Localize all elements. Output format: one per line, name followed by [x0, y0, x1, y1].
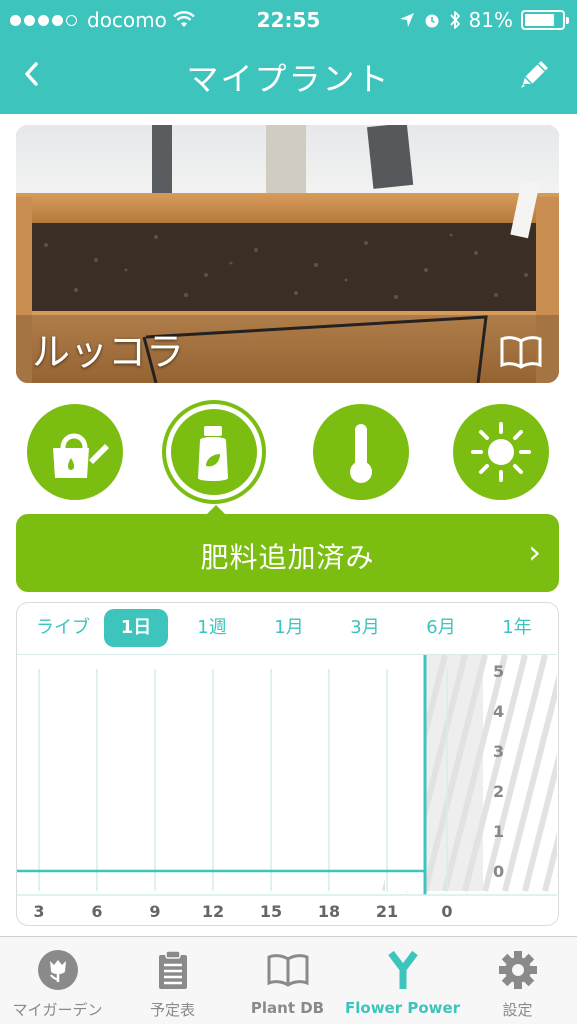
plant-name: ルッコラ — [32, 330, 185, 374]
nav-bar: マイプラント — [0, 40, 577, 114]
x-tick-label: 12 — [202, 902, 224, 921]
fertilizer-chart: 5 4 3 2 1 0 3 6 9 12 15 18 21 0 — [17, 655, 557, 925]
fertilizer-status-banner[interactable]: 肥料追加済み › — [16, 514, 559, 592]
chevron-right-icon: › — [528, 533, 541, 571]
y-tick-label: 1 — [493, 822, 504, 841]
time-range-selector: ライブ 1日 1週 1月 3月 6月 1年 — [17, 603, 557, 655]
battery-percent: 81% — [468, 8, 513, 32]
flower-power-icon — [388, 950, 418, 989]
range-3m[interactable]: 3月 — [333, 609, 397, 647]
tab-settings[interactable]: 設定 — [460, 937, 575, 1024]
range-1y[interactable]: 1年 — [485, 609, 549, 647]
x-tick-label: 18 — [318, 902, 340, 921]
tab-label: Plant DB — [250, 999, 325, 1017]
tab-label: マイガーデン — [12, 1001, 103, 1019]
chart-svg: 5432103 6 9 12 15 18 21 0 — [17, 655, 557, 921]
tab-flower-power[interactable]: Flower Power — [345, 937, 460, 1024]
status-bar: docomo 22:55 81% — [0, 0, 577, 40]
book-icon — [500, 336, 542, 369]
x-tick-label: 0 — [441, 902, 452, 921]
chart-card: ライブ 1日 1週 1月 3月 6月 1年 5 4 3 2 1 0 3 6 9 12 15 18 21 0 — [16, 602, 559, 926]
tab-bar: マイガーデン 予定表 Plant DB Flower Power 設定 — [0, 936, 577, 1024]
fertilizer-bottle-icon — [198, 426, 228, 481]
x-tick-label: 6 — [91, 902, 102, 921]
battery-icon — [521, 10, 569, 30]
x-tick-label: 9 — [149, 902, 160, 921]
y-tick-label: 0 — [493, 862, 504, 881]
alarm-icon — [425, 14, 439, 28]
status-right: 81% — [399, 8, 569, 32]
thermometer-icon — [350, 424, 372, 483]
plant-photo[interactable]: ルッコラ — [16, 125, 559, 383]
book-icon — [267, 954, 309, 987]
clipboard-icon — [159, 950, 187, 989]
range-6m[interactable]: 6月 — [409, 609, 473, 647]
category-light[interactable] — [453, 404, 549, 500]
plant-info-button[interactable] — [499, 335, 543, 369]
header: docomo 22:55 81% マイプラント — [0, 0, 577, 114]
watering-can-icon — [53, 433, 109, 478]
edit-button[interactable] — [515, 54, 555, 94]
tab-plant-db[interactable]: Plant DB — [230, 937, 345, 1024]
tulip-icon — [38, 950, 78, 990]
tab-label: 予定表 — [149, 1001, 195, 1019]
range-1m[interactable]: 1月 — [257, 609, 321, 647]
tab-my-garden[interactable]: マイガーデン — [0, 937, 115, 1024]
tab-label: 設定 — [502, 1001, 533, 1019]
y-tick-label: 5 — [493, 662, 504, 681]
sun-icon — [471, 422, 531, 482]
tab-schedule[interactable]: 予定表 — [115, 937, 230, 1024]
x-tick-label: 3 — [33, 902, 44, 921]
tab-label: Flower Power — [345, 999, 461, 1017]
y-tick-label: 3 — [493, 742, 504, 761]
category-temperature[interactable] — [313, 404, 409, 500]
banner-text: 肥料追加済み — [200, 541, 375, 574]
location-arrow-icon — [399, 13, 414, 27]
range-1d[interactable]: 1日 — [104, 609, 168, 647]
x-tick-label: 21 — [376, 902, 398, 921]
pencil-icon — [521, 61, 548, 88]
mask — [385, 655, 425, 891]
range-1w[interactable]: 1週 — [180, 609, 244, 647]
category-fertilizer[interactable] — [166, 404, 262, 500]
category-watering[interactable] — [27, 404, 123, 500]
y-tick-label: 2 — [493, 782, 504, 801]
gear-icon — [499, 951, 537, 989]
bluetooth-icon — [449, 11, 460, 29]
x-tick-label: 15 — [260, 902, 282, 921]
y-tick-label: 4 — [493, 702, 504, 721]
range-live[interactable]: ライブ — [23, 609, 103, 647]
page-title: マイプラント — [186, 60, 391, 98]
